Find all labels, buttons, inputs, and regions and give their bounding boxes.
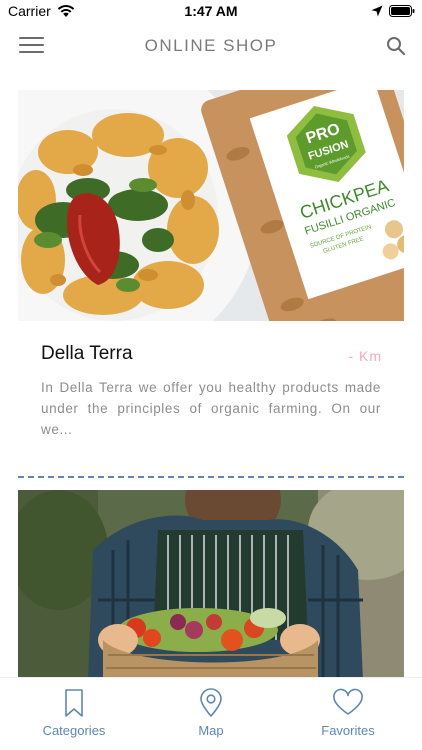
map-pin-icon	[200, 688, 222, 717]
tab-categories[interactable]: Categories	[14, 688, 134, 742]
shop-image[interactable]: PRO FUSION Organic Wholefoods CHICKPEA F…	[18, 90, 404, 321]
heart-icon	[333, 688, 363, 715]
pasta-photo: PRO FUSION Organic Wholefoods CHICKPEA F…	[18, 90, 404, 321]
tab-label: Map	[198, 723, 224, 738]
shop-description: In Della Terra we offer you healthy prod…	[41, 380, 381, 437]
page-title: ONLINE SHOP	[144, 36, 278, 55]
status-bar: Carrier 1:47 AM	[0, 0, 422, 24]
shop-card-body: Della Terra - Km In Della Terra we offer…	[18, 321, 404, 461]
shop-list[interactable]: PRO FUSION Organic Wholefoods CHICKPEA F…	[0, 70, 422, 677]
tab-label: Favorites	[321, 723, 375, 738]
shop-name: Della Terra	[41, 343, 133, 364]
tab-favorites[interactable]: Favorites	[288, 688, 408, 742]
tab-label: Categories	[42, 723, 106, 738]
shop-distance: - Km	[348, 348, 382, 364]
tab-map[interactable]: Map	[151, 688, 271, 742]
navigation-bar: ONLINE SHOP	[0, 24, 422, 70]
shop-card[interactable]	[18, 490, 404, 677]
location-arrow-icon	[371, 5, 383, 17]
tab-bar: Categories Map Favorites	[0, 677, 422, 750]
shop-card[interactable]: PRO FUSION Organic Wholefoods CHICKPEA F…	[18, 90, 404, 461]
card-divider	[18, 476, 404, 478]
bookmark-icon	[65, 689, 83, 717]
shop-image[interactable]	[18, 490, 404, 677]
clock: 1:47 AM	[184, 3, 238, 19]
farmer-basket-photo	[18, 490, 404, 677]
battery-icon	[389, 5, 415, 17]
search-icon[interactable]	[386, 36, 406, 56]
